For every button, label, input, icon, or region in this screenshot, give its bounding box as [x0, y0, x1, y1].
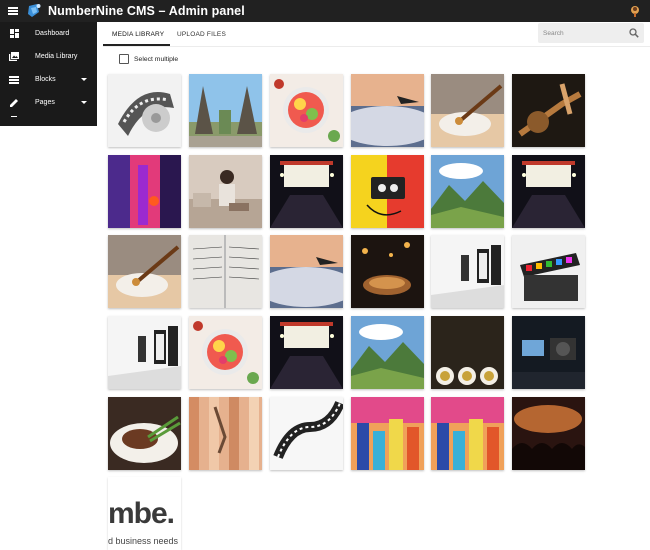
sidebar-item-dashboard[interactable]: Dashboard [0, 22, 97, 45]
logo-text-large: mbe. [108, 497, 175, 530]
sidebar-more-indicator [0, 114, 97, 126]
pencil-icon [9, 98, 19, 108]
sidebar-item-media-library[interactable]: Media Library [0, 45, 97, 68]
media-thumbnail-numbernine-logo[interactable]: mbe. d business needs [108, 477, 181, 550]
select-multiple-label: Select multiple [134, 55, 179, 63]
media-thumbnail-colorful-city[interactable] [351, 397, 424, 470]
chevron-down-icon[interactable] [81, 101, 87, 104]
media-thumbnail-camera-studio[interactable] [512, 316, 585, 389]
media-thumbnail-food-bowl[interactable] [189, 316, 262, 389]
sidebar-item-label: Blocks [35, 76, 56, 83]
media-thumbnail-paint-brush[interactable] [108, 235, 181, 308]
media-thumbnail-pink-neon-lights[interactable] [108, 155, 181, 228]
media-thumbnail-gallery-frames[interactable] [108, 316, 181, 389]
sidebar-item-label: Dashboard [35, 30, 70, 37]
media-thumbnail-paint-brush[interactable] [431, 74, 504, 147]
logo-text-small: d business needs [108, 536, 179, 546]
media-thumbnail-three-icons[interactable] [431, 316, 504, 389]
app-bar: NumberNine CMS – Admin panel [0, 0, 650, 22]
media-thumbnail-wooden-fence-hand[interactable] [189, 397, 262, 470]
media-thumbnail-mountain-valley[interactable] [351, 316, 424, 389]
search-input[interactable] [543, 28, 623, 38]
media-thumbnail-film-reel[interactable] [108, 74, 181, 147]
sidebar: Dashboard Media Library Blocks Pages [0, 22, 97, 126]
user-avatar-icon[interactable] [629, 5, 641, 17]
media-thumbnail-airplane-sky[interactable] [351, 74, 424, 147]
active-tab-indicator [103, 44, 170, 46]
search-box [538, 23, 644, 43]
photo-library-icon [9, 52, 19, 62]
hamburger-icon[interactable] [8, 7, 18, 15]
media-thumbnail-temple-gate[interactable] [189, 74, 262, 147]
chevron-down-icon[interactable] [81, 78, 87, 81]
sidebar-item-blocks[interactable]: Blocks [0, 68, 97, 91]
sidebar-item-label: Pages [35, 99, 55, 106]
media-thumbnail-colorful-city[interactable] [431, 397, 504, 470]
media-thumbnail-woman-sofa[interactable] [189, 155, 262, 228]
blocks-icon [9, 75, 19, 85]
media-thumbnail-cassette-yellow[interactable] [351, 155, 424, 228]
numbernine-logo-icon [28, 4, 41, 17]
media-thumbnail-concert-crowd[interactable] [512, 397, 585, 470]
select-multiple[interactable]: Select multiple [119, 54, 178, 64]
search-icon[interactable] [629, 28, 639, 38]
media-thumbnail-film-reel-white[interactable] [270, 397, 343, 470]
media-toolbar: MEDIA LIBRARY UPLOAD FILES [103, 22, 650, 47]
media-thumbnail-airplane-sky[interactable] [270, 235, 343, 308]
tab-media-library[interactable]: MEDIA LIBRARY [112, 31, 164, 38]
media-thumbnail-guitar-player[interactable] [512, 74, 585, 147]
sidebar-item-pages[interactable]: Pages [0, 91, 97, 114]
select-multiple-checkbox[interactable] [119, 54, 129, 64]
sidebar-item-label: Media Library [35, 53, 78, 60]
tab-upload-files[interactable]: UPLOAD FILES [177, 31, 226, 38]
media-thumbnail-stage-screen[interactable] [270, 155, 343, 228]
media-thumbnail-gallery-frames[interactable] [431, 235, 504, 308]
media-thumbnail-clapperboard[interactable] [512, 235, 585, 308]
app-title: NumberNine CMS – Admin panel [48, 4, 245, 18]
media-thumbnail-street-food-night[interactable] [351, 235, 424, 308]
media-thumbnail-stage-screen[interactable] [512, 155, 585, 228]
media-thumbnail-stage-screen[interactable] [270, 316, 343, 389]
media-thumbnail-food-bowl[interactable] [270, 74, 343, 147]
dashboard-icon [9, 29, 19, 39]
media-thumbnail-steak-plate[interactable] [108, 397, 181, 470]
media-thumbnail-mountain-valley[interactable] [431, 155, 504, 228]
media-thumbnail-sheet-music[interactable] [189, 235, 262, 308]
